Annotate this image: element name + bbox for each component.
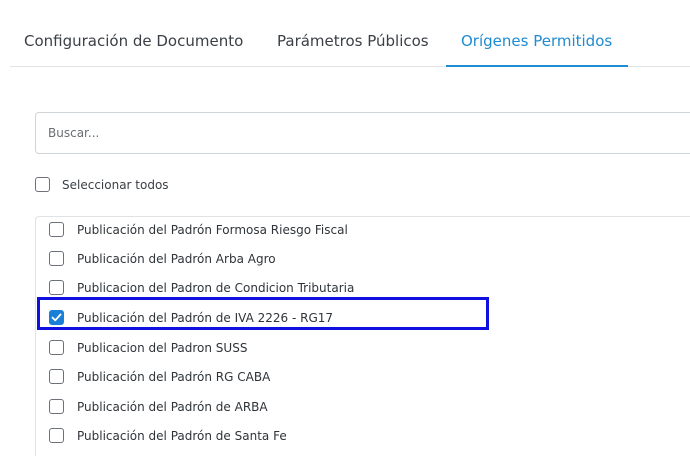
tab-bar: Configuración de Documento Parámetros Pú…	[10, 0, 690, 67]
item-checkbox[interactable]	[49, 428, 64, 443]
list-item[interactable]: Publicación del Padrón de IVA 2226 - RG1…	[36, 307, 690, 336]
search-input[interactable]	[35, 112, 690, 154]
item-label: Publicación del Padrón de Santa Fe	[77, 429, 287, 443]
item-checkbox[interactable]	[49, 222, 64, 237]
item-label: Publicación del Padrón RG CABA	[77, 370, 271, 384]
item-checkbox[interactable]	[49, 399, 64, 414]
item-checkbox[interactable]	[49, 369, 64, 384]
tab-parametros-publicos[interactable]: Parámetros Públicos	[277, 0, 429, 67]
origins-list: Publicación del Padrón Formosa Riesgo Fi…	[35, 216, 690, 456]
item-label: Publicación del Padrón Formosa Riesgo Fi…	[77, 223, 348, 237]
item-label: Publicacion del Padron SUSS	[77, 341, 248, 355]
select-all-label: Seleccionar todos	[62, 178, 169, 192]
list-item[interactable]: Publicación del Padrón Arba Agro	[36, 248, 690, 277]
select-all-checkbox[interactable]	[35, 177, 50, 192]
item-label: Publicación del Padrón de IVA 2226 - RG1…	[77, 311, 334, 325]
item-label: Publicacion del Padron de Condicion Trib…	[77, 281, 355, 295]
item-checkbox-checked[interactable]	[49, 310, 64, 325]
list-item[interactable]: Publicación del Padrón de Santa Fe	[36, 425, 690, 454]
item-checkbox[interactable]	[49, 340, 64, 355]
list-item[interactable]: Publicación del Padrón RG CABA	[36, 366, 690, 395]
tab-configuracion-documento[interactable]: Configuración de Documento	[24, 0, 243, 67]
item-label: Publicación del Padrón de ARBA	[77, 400, 268, 414]
checkmark-icon	[51, 313, 62, 322]
list-item[interactable]: Publicación del Padrón de ARBA	[36, 396, 690, 425]
tab-origenes-permitidos[interactable]: Orígenes Permitidos	[446, 0, 627, 67]
list-item[interactable]: Publicacion del Padron de Condicion Trib…	[36, 277, 690, 306]
list-item[interactable]: Publicación del Padrón Formosa Riesgo Fi…	[36, 219, 690, 248]
item-checkbox[interactable]	[49, 280, 64, 295]
item-checkbox[interactable]	[49, 251, 64, 266]
list-item[interactable]: Publicacion del Padron SUSS	[36, 337, 690, 366]
active-tab-indicator	[446, 65, 628, 67]
item-label: Publicación del Padrón Arba Agro	[77, 252, 276, 266]
